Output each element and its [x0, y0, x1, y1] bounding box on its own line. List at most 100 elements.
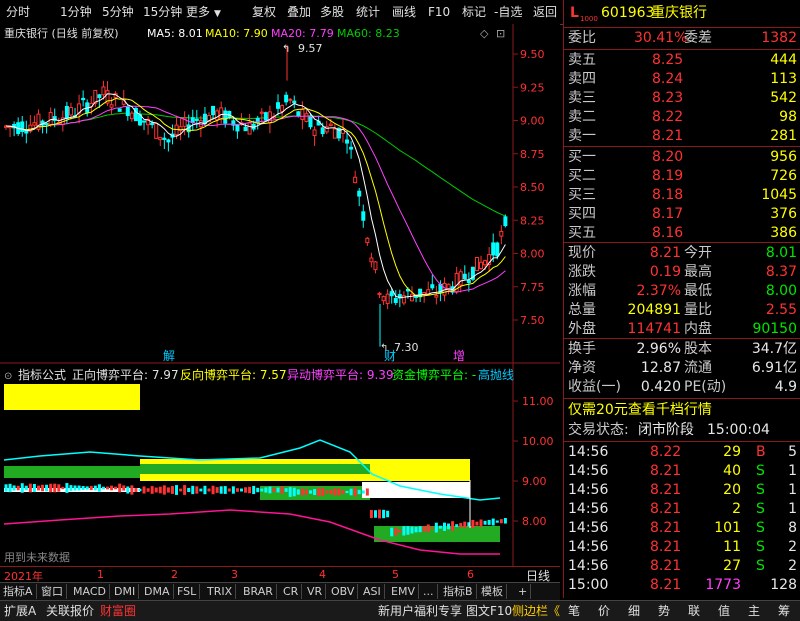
low-price-label: 7.30: [394, 341, 419, 354]
market-prefix: L: [570, 5, 579, 21]
indicator-line2-label: 反向博弈平台: 7.57: [180, 367, 287, 382]
sub-candle: [235, 488, 239, 492]
tab-fsl[interactable]: FSL: [174, 584, 201, 599]
event-marker-unlock[interactable]: 解: [163, 349, 175, 363]
back-button[interactable]: 返回: [533, 3, 557, 21]
candle-body: [410, 293, 414, 302]
sub-candle: [239, 488, 243, 492]
tab-emv[interactable]: EMV: [388, 584, 419, 599]
sub-candle: [252, 485, 256, 495]
tab-window[interactable]: 窗口: [38, 584, 67, 599]
chips-tab[interactable]: 筹: [778, 603, 790, 619]
axis-month-3: 3: [231, 568, 238, 581]
statistics-button[interactable]: 统计: [356, 3, 380, 21]
tab-more[interactable]: ...: [420, 584, 438, 599]
f10-graphic-button[interactable]: 图文F10: [466, 603, 512, 619]
ma20-label: MA20: 7.79: [271, 27, 334, 40]
more-dropdown-icon[interactable]: ▼: [214, 5, 221, 23]
sub-candle: [369, 509, 373, 519]
sub-candle: [223, 486, 227, 494]
tab-vr[interactable]: VR: [304, 584, 327, 599]
indicator-collapse-icon[interactable]: ⊙: [4, 371, 12, 382]
tab-dma[interactable]: DMA: [141, 584, 174, 599]
tab-indicator-a[interactable]: 指标A: [0, 584, 37, 599]
wealth-circle-button[interactable]: 财富圈: [100, 603, 136, 619]
sidebar-toggle[interactable]: 侧边栏《: [512, 603, 560, 619]
ask-row: 卖二 8.22 98: [568, 109, 797, 125]
sub-candle: [499, 519, 503, 524]
pen-tab[interactable]: 笔: [568, 603, 580, 619]
stat-row: 现价 8.21 今开 8.01: [568, 245, 797, 261]
sub-candle: [154, 487, 158, 493]
trend-tab[interactable]: 势: [658, 603, 670, 619]
candle-body: [32, 122, 37, 126]
sub-candle: [463, 521, 467, 528]
candle-body: [474, 257, 479, 272]
sub-candle: [231, 486, 235, 494]
sub-y-tick-label: 11.00: [522, 395, 554, 408]
sub-candle: [264, 487, 268, 493]
sub-candle: [122, 485, 126, 491]
candle-body: [64, 106, 69, 119]
sub-candle: [256, 487, 260, 493]
tab-asi[interactable]: ASI: [360, 584, 385, 599]
y-tick-label: 9.00: [520, 115, 545, 128]
candle-body: [365, 237, 370, 244]
high-price-arrow-icon: ↰: [282, 44, 290, 55]
period-5min-button[interactable]: 5分钟: [102, 3, 134, 21]
value-tab[interactable]: 值: [718, 603, 730, 619]
sub-candle: [203, 485, 207, 495]
link-tab[interactable]: 联: [688, 603, 700, 619]
sub-candle: [89, 485, 93, 491]
adjust-button[interactable]: 复权: [252, 3, 276, 21]
sub-candle: [101, 486, 105, 490]
draw-line-button[interactable]: 画线: [392, 3, 416, 21]
event-marker-increase[interactable]: 增: [453, 349, 465, 363]
sub-candle: [106, 486, 109, 490]
sub-candle: [81, 486, 85, 490]
more-periods-button[interactable]: 更多: [186, 3, 210, 21]
sub-candle: [471, 519, 475, 529]
sub-candle: [459, 523, 463, 528]
tab-obv[interactable]: OBV: [328, 584, 359, 599]
new-user-promo[interactable]: 新用户福利专享: [378, 603, 462, 619]
tab-cr[interactable]: CR: [280, 584, 303, 599]
candle-body: [142, 120, 147, 123]
chart-settings-icon[interactable]: ◇: [480, 27, 489, 40]
period-15min-button[interactable]: 15分钟: [143, 3, 182, 21]
overlay-button[interactable]: 叠加: [287, 3, 311, 21]
sub-candle: [438, 525, 442, 529]
sub-candle: [207, 488, 211, 492]
sub-candle: [447, 523, 451, 530]
sub-candle: [292, 487, 296, 497]
related-quotes-button[interactable]: 关联报价: [46, 603, 94, 619]
tab-trix[interactable]: TRIX: [204, 584, 237, 599]
expand-a-button[interactable]: 扩展A: [4, 603, 36, 619]
tab-macd[interactable]: MACD: [70, 584, 110, 599]
chart-zoom-icon[interactable]: ⊡: [496, 27, 505, 40]
multi-stock-button[interactable]: 多股: [320, 3, 344, 21]
tab-dmi[interactable]: DMI: [111, 584, 140, 599]
add-tab-button[interactable]: +: [515, 584, 532, 599]
depth-promo[interactable]: 仅需20元查看千档行情: [564, 401, 800, 420]
price-tab[interactable]: 价: [598, 603, 610, 619]
period-intraday-button[interactable]: 分时: [6, 3, 30, 21]
tab-brar[interactable]: BRAR: [240, 584, 277, 599]
tab-template[interactable]: 模板: [478, 584, 507, 599]
candlestick-chart[interactable]: 9.50 9.25 9.00 8.75 8.50 8.25 8.00 7.75 7.50 重庆银…: [0, 24, 560, 364]
candle-body: [162, 137, 167, 140]
y-tick-label: 7.50: [520, 314, 545, 327]
indicator-chart[interactable]: 11.00 10.00 9.00 8.00 ⊙ 指标公式 正向博弈平台: 7.97 反…: [0, 364, 560, 566]
sub-candle: [361, 490, 365, 494]
mark-button[interactable]: 标记: [462, 3, 486, 21]
sub-candle: [28, 483, 32, 493]
detail-tab[interactable]: 细: [628, 603, 640, 619]
candle-body: [349, 146, 354, 150]
add-watchlist-button[interactable]: -自选: [494, 3, 522, 21]
period-1min-button[interactable]: 1分钟: [60, 3, 92, 21]
f10-button[interactable]: F10: [428, 3, 450, 21]
sub-candle: [150, 486, 154, 494]
event-marker-finance[interactable]: 财: [384, 349, 396, 363]
tab-indicator-b[interactable]: 指标B: [440, 584, 477, 599]
main-tab[interactable]: 主: [748, 603, 760, 619]
